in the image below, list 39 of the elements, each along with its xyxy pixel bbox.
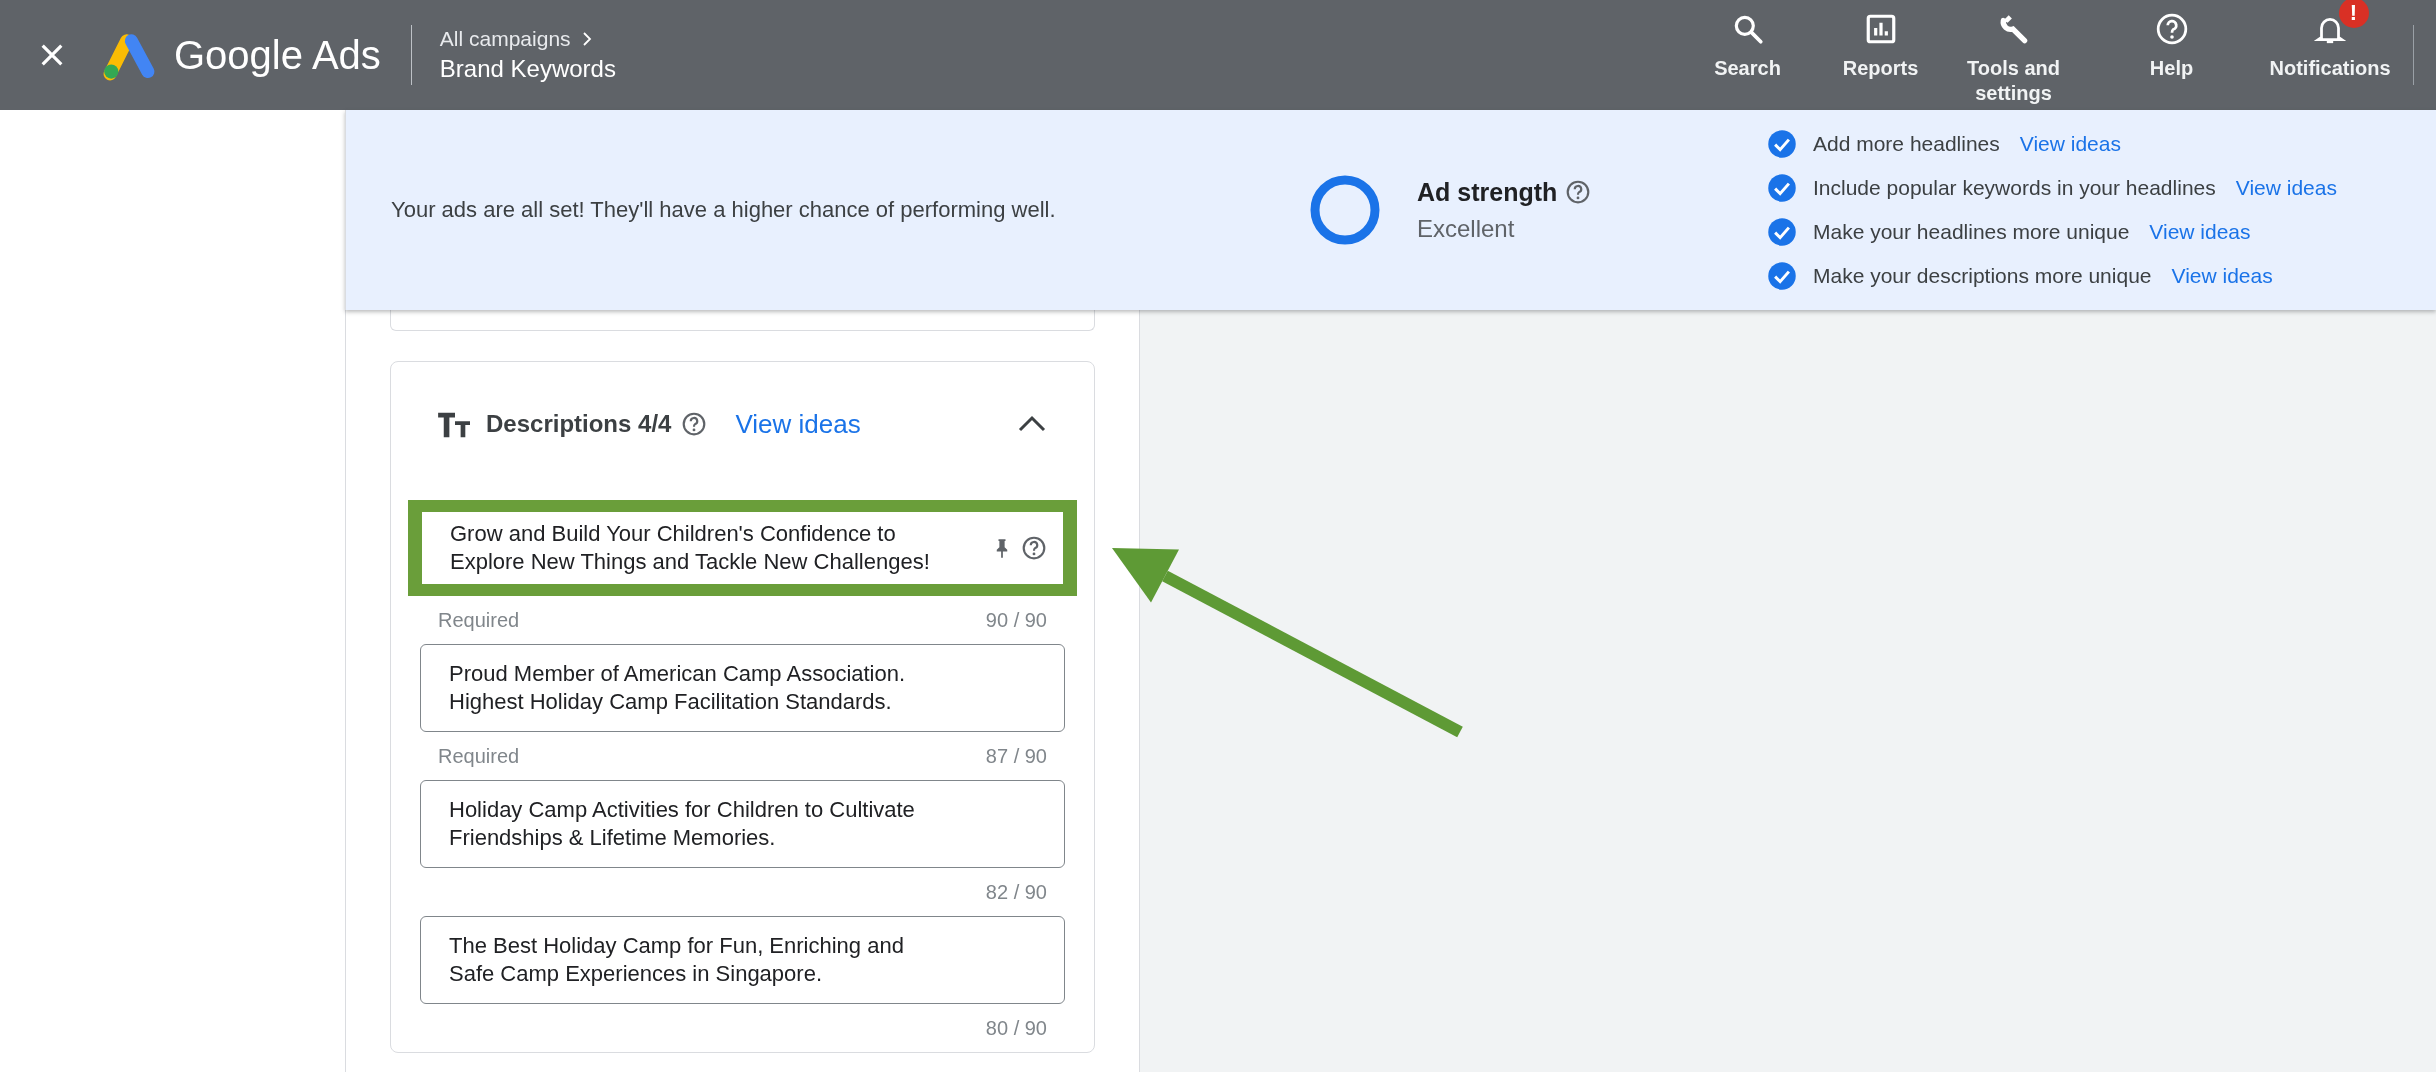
nav-button[interactable]: ! Notifications: [2264, 0, 2395, 110]
app-title: Google Ads: [174, 32, 381, 78]
helper-text: Required: [438, 744, 520, 768]
view-ideas-link[interactable]: View ideas: [2019, 132, 2121, 156]
character-count: 82 / 90: [985, 880, 1047, 904]
character-count: 90 / 90: [985, 608, 1047, 632]
nav-button[interactable]: Tools and settings: [1948, 0, 2079, 110]
alert-badge: !: [2338, 0, 2369, 28]
view-ideas-link[interactable]: View ideas: [2171, 264, 2273, 288]
description-field[interactable]: Grow and Build Your Children's Confidence to Explore New Things and Tackle New Challenges!: [422, 512, 1063, 584]
view-ideas-link[interactable]: View ideas: [2149, 220, 2251, 244]
checklist-item: Make your descriptions more unique: [1813, 264, 2152, 288]
pin-icon[interactable]: [995, 537, 1009, 559]
description-field[interactable]: Holiday Camp Activities for Children to Cultivate Friendships & Lifetime Memories.: [420, 780, 1065, 868]
character-count: 87 / 90: [985, 744, 1047, 768]
help-icon[interactable]: [681, 411, 708, 437]
chevron-up-icon[interactable]: [1017, 414, 1047, 434]
section-title: Descriptions 4/4: [486, 410, 672, 438]
checklist-item: Make your headlines more unique: [1813, 220, 2130, 244]
help-icon[interactable]: [1021, 535, 1047, 561]
helper-text: Required: [438, 608, 520, 632]
character-count: 80 / 90: [985, 1016, 1047, 1040]
description-field[interactable]: Proud Member of American Camp Association. Highest Holiday Camp Facilitation Standards.: [420, 644, 1065, 732]
view-ideas-link[interactable]: View ideas: [735, 408, 861, 440]
page-title: Brand Keywords: [439, 55, 616, 83]
view-ideas-link[interactable]: View ideas: [2235, 176, 2337, 200]
help-icon[interactable]: [1565, 179, 1592, 205]
ad-strength-label: Ad strength: [1417, 177, 1558, 207]
description-field[interactable]: The Best Holiday Camp for Fun, Enriching and Safe Camp Experiences in Singapore.: [420, 916, 1065, 1004]
checklist-item: Add more headlines: [1813, 132, 2000, 156]
breadcrumb-link[interactable]: All campaigns: [439, 27, 571, 51]
chevron-right-icon: [580, 30, 593, 48]
ad-strength-rating: Excellent: [1417, 214, 1516, 243]
help-icon: [2154, 12, 2189, 46]
nav-button[interactable]: Help: [2106, 0, 2237, 110]
checklist-item: Include popular keywords in your headlines: [1813, 176, 2216, 200]
status-message: Your ads are all set! They'll have a higher chance of performing well.: [391, 197, 1057, 223]
nav-button[interactable]: Reports: [1840, 0, 1921, 110]
nav-button[interactable]: Search: [1682, 0, 1813, 110]
